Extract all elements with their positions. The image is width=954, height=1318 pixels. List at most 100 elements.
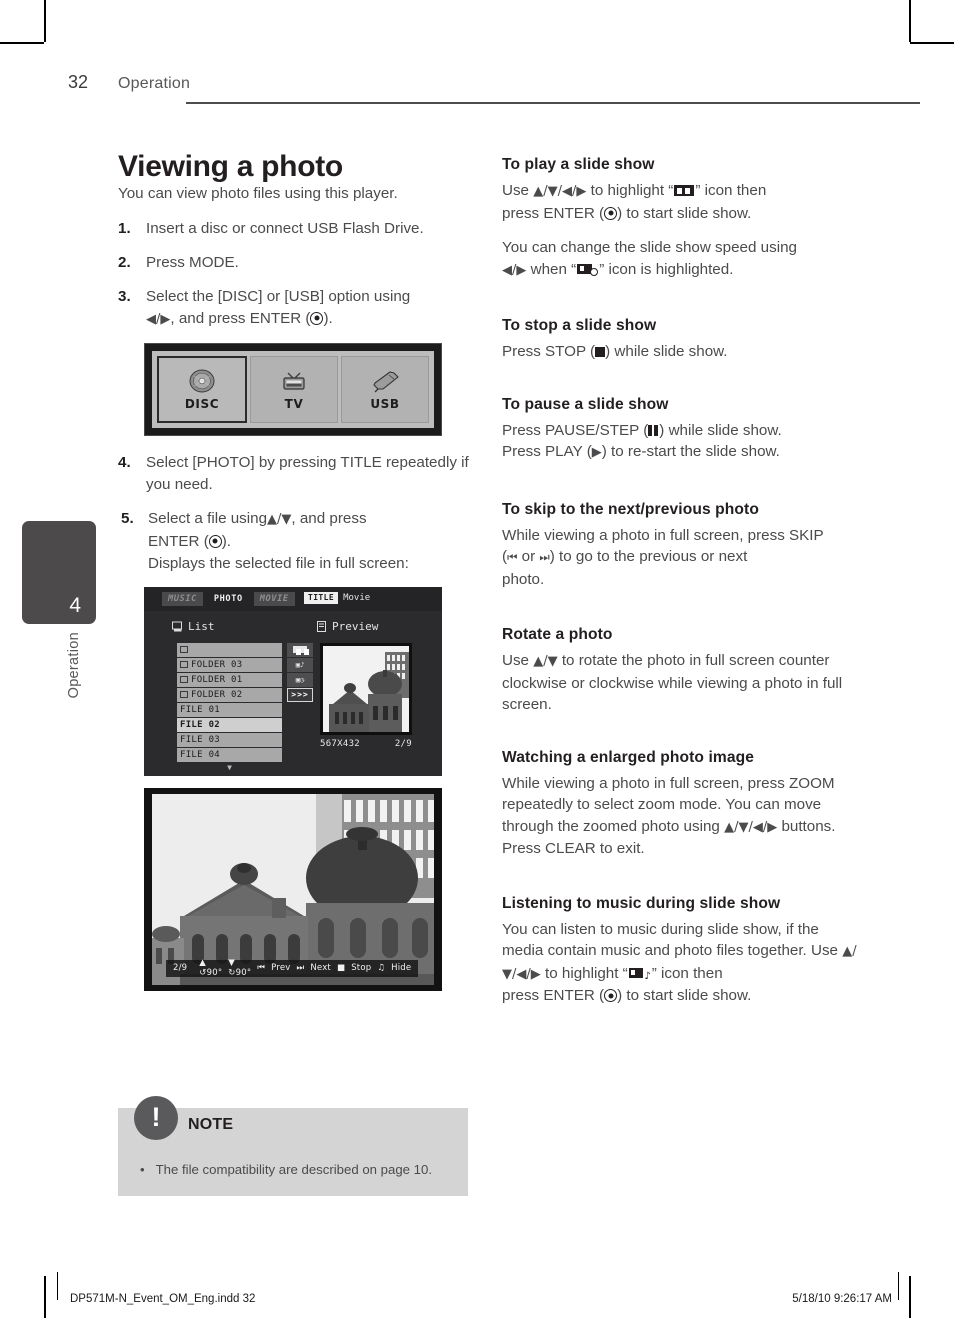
folder-icon [180, 661, 188, 668]
enter-button-icon [604, 206, 618, 220]
step-5: 5. Select a file using▲/▼, and press ENT… [118, 508, 476, 575]
media-type-tabs: MUSIC PHOTO MOVIE [162, 591, 295, 606]
disc-icon [185, 368, 219, 394]
frag-speed: You can change the slide show speed usin… [502, 239, 797, 256]
heading-enlarged-photo: Watching a enlarged photo image [502, 748, 755, 766]
table-row-selected[interactable]: FILE 02 [177, 717, 282, 732]
skip-previous-icon[interactable]: ⏮ [257, 963, 265, 973]
skip-previous-icon: ⏮ [507, 550, 518, 564]
crop-mark-bottom-left-v [44, 1276, 46, 1318]
skip-next-icon: ⏭ [539, 550, 550, 564]
stop-icon [595, 347, 606, 357]
table-row[interactable]: FOLDER 03 [177, 657, 282, 672]
stop-icon[interactable]: ■ [337, 963, 345, 973]
slideshow-music-glyph: ▣♪ [295, 660, 305, 669]
section-play-slide-show: To play a slide show Use ▲/▼/◀/▶ to high… [502, 156, 857, 281]
step-4: 4. Select [PHOTO] by pressing TITLE repe… [118, 452, 476, 496]
slideshow-icon[interactable] [287, 642, 313, 657]
footer-timestamp: 5/18/10 9:26:17 AM [792, 1293, 892, 1305]
tab-movie[interactable]: MOVIE [253, 591, 295, 606]
frag-press-pause: Press PAUSE/STEP ( [502, 421, 649, 439]
table-row[interactable] [177, 642, 282, 657]
four-arrows-icon: ▲/▼/◀/▶ [533, 184, 587, 199]
osd-rotate-ccw[interactable]: ▲ ↺90° [199, 958, 222, 978]
step-1: 1. Insert a disc or connect USB Flash Dr… [118, 218, 476, 240]
preview-metadata: 567X432 2/9 [320, 739, 412, 749]
table-row[interactable]: FOLDER 02 [177, 687, 282, 702]
header-divider [186, 102, 920, 104]
chapter-label: Operation [66, 632, 82, 699]
crop-mark-top-left-v [44, 0, 46, 42]
slideshow-music-icon: ♪ [628, 967, 651, 981]
section-enlarged-photo: Watching a enlarged photo image While vi… [502, 749, 857, 860]
slideshow-music-icon[interactable]: ▣♪ [287, 657, 313, 672]
footer-rule-right [898, 1272, 899, 1300]
section-skip-photo: To skip to the next/previous photo While… [502, 501, 857, 591]
frag-music-4: press ENTER ( [502, 987, 605, 1004]
crop-mark-top-left-h [0, 42, 44, 44]
intro-paragraph: You can view photo files using this play… [118, 185, 398, 202]
frag-restart: ) to re-start the slide show. [601, 443, 780, 460]
crop-mark-top-right-h [910, 42, 954, 44]
music-note-icon[interactable]: ♫ [377, 963, 385, 973]
osd-next[interactable]: Next [310, 963, 331, 973]
tab-music[interactable]: MUSIC [162, 591, 203, 606]
section-title: Operation [118, 75, 191, 92]
source-option-usb[interactable]: USB [341, 355, 429, 423]
step-5-line2-end: ). [221, 532, 232, 550]
frag-then: ” icon then [695, 182, 767, 199]
enter-button-icon [604, 989, 618, 1002]
crop-mark-bottom-right-v [909, 1276, 911, 1318]
slideshow-speed-icon[interactable]: ▣◷ [287, 672, 313, 687]
osd-stop[interactable]: Stop [351, 963, 371, 973]
source-option-label: TV [284, 396, 304, 411]
table-row[interactable]: FILE 03 [177, 732, 282, 747]
osd-index: 2/9 [173, 963, 188, 973]
frag-music-1: You can listen to music during slide sho… [502, 920, 843, 960]
step-5-line2: ENTER ( [148, 532, 209, 550]
scroll-down-indicator[interactable]: ▼ [177, 763, 282, 772]
source-option-label: DISC [184, 396, 220, 411]
osd-rotate-cw[interactable]: ▼ ↻90° [228, 958, 251, 978]
folder-icon [180, 676, 188, 683]
step-number: 4. [118, 453, 131, 471]
folder-icon [180, 691, 188, 698]
step-3-end: ). [323, 309, 333, 327]
table-row[interactable]: FILE 01 [177, 702, 282, 717]
frag-press-enter: press ENTER ( [502, 204, 605, 222]
table-row[interactable]: FILE 04 [177, 747, 282, 762]
frag-music-2: to highlight “ [540, 964, 628, 982]
step-text: Insert a disc or connect USB Flash Drive… [146, 219, 424, 237]
source-option-tv[interactable]: TV [250, 355, 338, 423]
osd-prev[interactable]: Prev [271, 963, 290, 973]
frag-music-3: ” icon then [651, 964, 723, 982]
heading-music-slide-show: Listening to music during slide show [502, 894, 781, 912]
step-number: 3. [118, 287, 131, 305]
page-header: 32 Operation [68, 72, 920, 104]
photo-index: 2/9 [394, 738, 412, 749]
paragraph-rotate-photo: Use ▲/▼ to rotate the photo in full scre… [502, 650, 857, 716]
list-icon [172, 621, 183, 632]
osd-hide[interactable]: Hide [391, 963, 411, 973]
page-number: 32 [68, 72, 89, 92]
table-row[interactable]: FOLDER 01 [177, 672, 282, 687]
bullet-icon: • [140, 1162, 145, 1177]
tab-photo[interactable]: PHOTO [208, 592, 249, 606]
steps-list-continued: 4. Select [PHOTO] by pressing TITLE repe… [118, 452, 476, 575]
fast-forward-icon[interactable]: >>> [287, 687, 313, 702]
play-icon: ▶ [591, 445, 602, 460]
heading-play-slide-show: To play a slide show [502, 156, 655, 173]
skip-next-icon[interactable]: ⏭ [297, 963, 305, 973]
footer-rule-left [57, 1272, 58, 1300]
frag-speed-end: ” icon is highlighted. [599, 260, 734, 278]
frag-or: or [517, 548, 540, 565]
note-text: The file compatibility are described on … [155, 1162, 432, 1177]
note-box: ! NOTE • The file compatibility are desc… [118, 1096, 468, 1196]
frag-music-5: ) to start slide show. [617, 987, 752, 1004]
list-header: List [172, 620, 215, 633]
tv-icon [277, 368, 311, 394]
title-badge: TITLE [304, 591, 339, 604]
source-option-disc[interactable]: DISC [157, 355, 247, 423]
preview-header: Preview [316, 620, 378, 633]
step-text: Select a file using [148, 509, 268, 527]
